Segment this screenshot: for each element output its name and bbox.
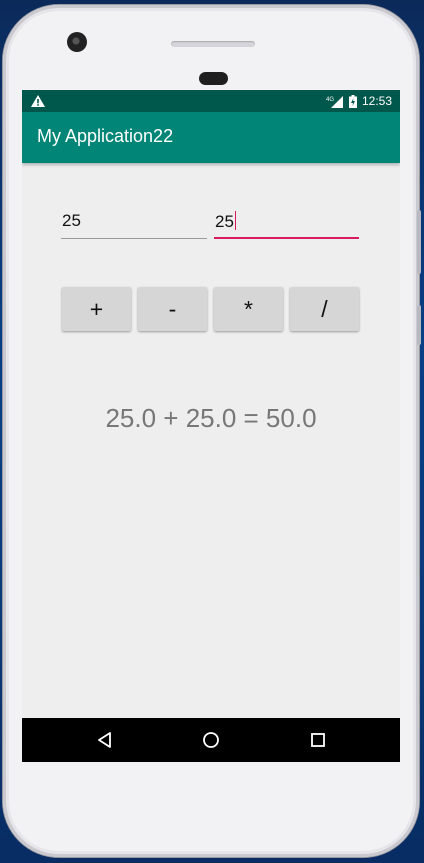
first-number-value: 25 — [62, 211, 81, 230]
front-camera — [67, 32, 87, 52]
warning-icon — [31, 95, 45, 107]
navigation-bar — [22, 718, 400, 762]
divide-button[interactable]: / — [290, 287, 359, 331]
status-bar: 4G 12:53 — [22, 90, 400, 112]
back-icon[interactable] — [95, 730, 115, 750]
multiply-button[interactable]: * — [214, 287, 283, 331]
first-input-underline — [61, 237, 207, 239]
signal-icon: 4G — [326, 95, 344, 108]
second-number-input[interactable]: 25 — [214, 209, 359, 239]
volume-button — [417, 210, 421, 274]
device-screen: 4G 12:53 My Application22 25 25 + - * / … — [22, 90, 400, 762]
proximity-sensor — [199, 72, 228, 85]
earpiece-speaker — [171, 41, 255, 47]
recents-icon[interactable] — [308, 730, 328, 750]
network-type-label: 4G — [326, 97, 334, 103]
result-text: 25.0 + 25.0 = 50.0 — [105, 403, 317, 433]
clock: 12:53 — [361, 94, 392, 108]
add-button[interactable]: + — [62, 287, 131, 331]
status-icons: 4G 12:53 — [326, 94, 392, 108]
power-button — [417, 305, 421, 345]
battery-icon — [348, 94, 357, 108]
home-icon[interactable] — [201, 730, 221, 750]
subtract-button[interactable]: - — [138, 287, 207, 331]
app-bar: My Application22 — [22, 112, 400, 163]
second-input-underline — [214, 237, 359, 239]
app-title: My Application22 — [37, 126, 174, 146]
text-cursor — [234, 211, 237, 230]
second-number-text: 25 — [215, 211, 237, 232]
second-number-value: 25 — [215, 212, 234, 231]
first-number-input[interactable]: 25 — [61, 209, 207, 239]
